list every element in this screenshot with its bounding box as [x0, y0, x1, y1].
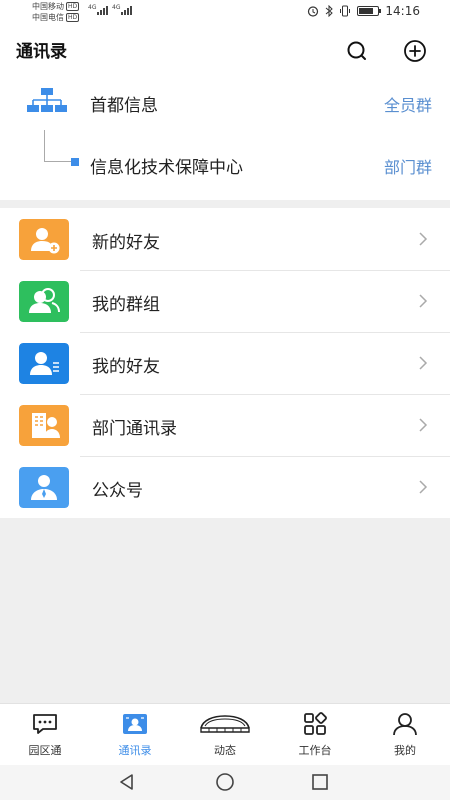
system-navigation-bar: [0, 765, 450, 800]
contacts-icon: [123, 714, 147, 734]
vibrate-icon: [340, 5, 351, 17]
home-icon[interactable]: [214, 772, 236, 792]
status-time: 14:16: [385, 4, 420, 18]
hd-badge: HD: [66, 13, 80, 22]
list-item-official-accounts[interactable]: 公众号: [0, 456, 450, 518]
friend-list-icon: [19, 343, 69, 384]
organization-section: 首都信息 全员群 信息化技术保障中心 部门群: [0, 76, 450, 200]
tab-contacts[interactable]: 通讯录: [90, 704, 180, 766]
list-item-label: 公众号: [92, 481, 143, 501]
group-icon: [19, 281, 69, 322]
chevron-right-icon: [419, 418, 428, 432]
network-type-2: 4G: [112, 4, 121, 11]
carrier-1: 中国移动: [32, 2, 64, 11]
tab-label: 工作台: [298, 744, 332, 757]
contacts-menu-list: 新的好友 我的群组 我的好友 部门通讯录 公众号: [0, 208, 450, 518]
tab-workbench[interactable]: 工作台: [270, 704, 360, 766]
department-directory-icon: [19, 405, 69, 446]
tree-connector: [44, 130, 72, 162]
network-type-1: 4G: [88, 4, 97, 11]
signal-icon: [97, 5, 108, 15]
bottom-tab-bar: 园区通 通讯录 动态 工作台 我的: [0, 703, 450, 765]
official-account-icon: [19, 467, 69, 508]
tab-label: 园区通: [28, 744, 62, 757]
carrier-info: 中国移动 HD 中国电信 HD: [32, 1, 80, 23]
list-item-label: 新的好友: [92, 233, 160, 253]
org-root-group-link[interactable]: 全员群: [384, 92, 432, 116]
alarm-icon: [308, 6, 319, 17]
carrier-2: 中国电信: [32, 13, 64, 22]
tree-node-marker: [71, 158, 79, 166]
chevron-right-icon: [419, 480, 428, 494]
recents-icon[interactable]: [310, 772, 330, 792]
org-root-name[interactable]: 首都信息: [90, 91, 158, 116]
list-item-new-friends[interactable]: 新的好友: [0, 208, 450, 270]
apps-grid-icon: [304, 712, 327, 735]
list-item-my-friends[interactable]: 我的好友: [0, 332, 450, 394]
tab-label: 通讯录: [118, 744, 152, 757]
chevron-right-icon: [419, 232, 428, 246]
org-chart-icon: [27, 88, 67, 112]
chevron-right-icon: [419, 294, 428, 308]
add-friend-icon: [19, 219, 69, 260]
bluetooth-icon: [326, 5, 334, 17]
page-title: 通讯录: [16, 42, 67, 62]
tab-me[interactable]: 我的: [360, 704, 450, 766]
stadium-icon: [200, 715, 250, 733]
tab-label: 动态: [214, 744, 236, 757]
org-child-name[interactable]: 信息化技术保障中心: [90, 153, 243, 178]
profile-icon: [393, 713, 417, 736]
list-item-label: 部门通讯录: [92, 419, 177, 439]
add-circle-icon[interactable]: [402, 38, 428, 64]
list-item-label: 我的好友: [92, 357, 160, 377]
list-item-my-groups[interactable]: 我的群组: [0, 270, 450, 332]
tab-feed[interactable]: 动态: [180, 704, 270, 766]
list-item-label: 我的群组: [92, 295, 160, 315]
list-item-department-directory[interactable]: 部门通讯录: [0, 394, 450, 456]
org-child-group-link[interactable]: 部门群: [384, 154, 432, 178]
back-icon[interactable]: [117, 772, 137, 792]
hd-badge: HD: [66, 2, 80, 11]
chat-icon: [33, 714, 57, 734]
search-icon[interactable]: [344, 38, 370, 64]
tab-label: 我的: [394, 744, 416, 757]
signal-icon: [121, 5, 132, 15]
tab-park[interactable]: 园区通: [0, 704, 90, 766]
chevron-right-icon: [419, 356, 428, 370]
status-bar: 中国移动 HD 中国电信 HD 4G 4G 14:16: [0, 0, 450, 26]
app-header: 通讯录: [0, 26, 450, 76]
battery-icon: [357, 6, 382, 16]
